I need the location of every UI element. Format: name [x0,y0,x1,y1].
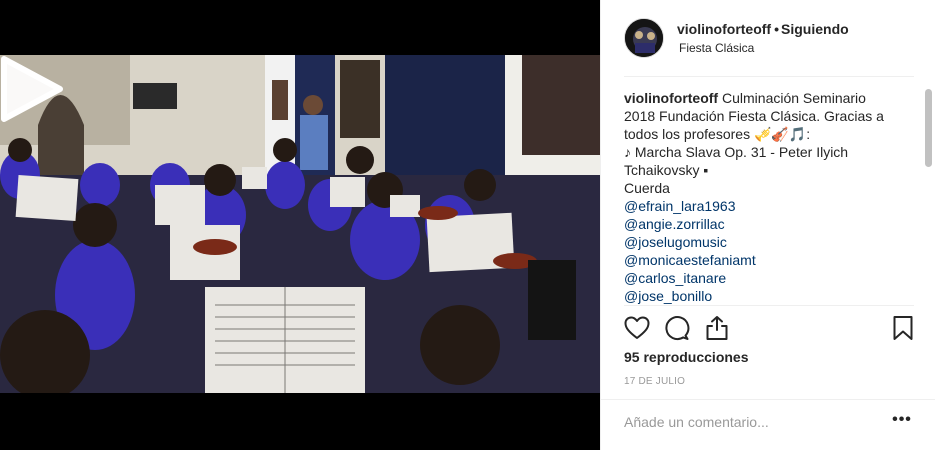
header-divider [624,76,914,77]
avatar[interactable] [624,18,664,58]
scrollbar-thumb[interactable] [925,89,932,167]
username-link[interactable]: violinoforteoff [677,21,771,37]
caption-first-line: violinoforteoff Culminación Seminario [624,89,914,107]
caption-text-line: Cuerda [624,180,670,196]
video-frame-scene [0,55,600,393]
caption: violinoforteoff Culminación Seminario 20… [624,89,914,304]
caption-scrollbar[interactable] [925,89,932,304]
heart-icon[interactable] [624,315,650,341]
mention-link[interactable]: @joselugomusic [624,233,914,251]
follow-separator: • [774,21,780,37]
video-player[interactable] [0,55,600,393]
location-link[interactable]: Fiesta Clásica [679,41,754,55]
bookmark-icon[interactable] [890,315,916,341]
actions-divider [624,305,914,306]
avatar-image [625,19,663,57]
comment-icon[interactable] [664,315,690,341]
header-user-line: violinoforteoff • Siguiendo [677,21,849,37]
caption-text-line: Tchaikovsky ▪ [624,162,709,178]
caption-username[interactable]: violinoforteoff [624,90,718,106]
comment-input[interactable] [624,410,874,434]
comment-divider [601,399,935,400]
play-icon[interactable] [0,55,64,123]
caption-text-line: ♪ Marcha Slava Op. 31 - Peter Ilyich [624,144,849,160]
follow-button[interactable]: Siguiendo [781,21,849,37]
post-details-pane: violinoforteoff • Siguiendo Fiesta Clásica… [600,0,935,450]
caption-text-line: Culminación Seminario [722,90,866,106]
caption-text-line: todos los profesores 🎺🎻🎵: [624,126,811,142]
mention-link[interactable]: @efrain_lara1963 [624,197,914,215]
mention-link[interactable]: @monicaestefaniamt [624,251,914,269]
mention-link[interactable]: @angie.zorrillac [624,215,914,233]
mention-link[interactable]: @jose_bonillo [624,287,914,304]
mention-link[interactable]: @carlos_itanare [624,269,914,287]
view-count[interactable]: 95 reproducciones [624,349,749,365]
more-options-button[interactable]: ••• [890,412,914,432]
post-date[interactable]: 17 DE JULIO [624,376,685,387]
share-icon[interactable] [704,315,730,341]
caption-text-line: 2018 Fundación Fiesta Clásica. Gracias a [624,108,884,124]
media-pane [0,0,600,450]
post-header: violinoforteoff • Siguiendo Fiesta Clásica [601,0,935,76]
